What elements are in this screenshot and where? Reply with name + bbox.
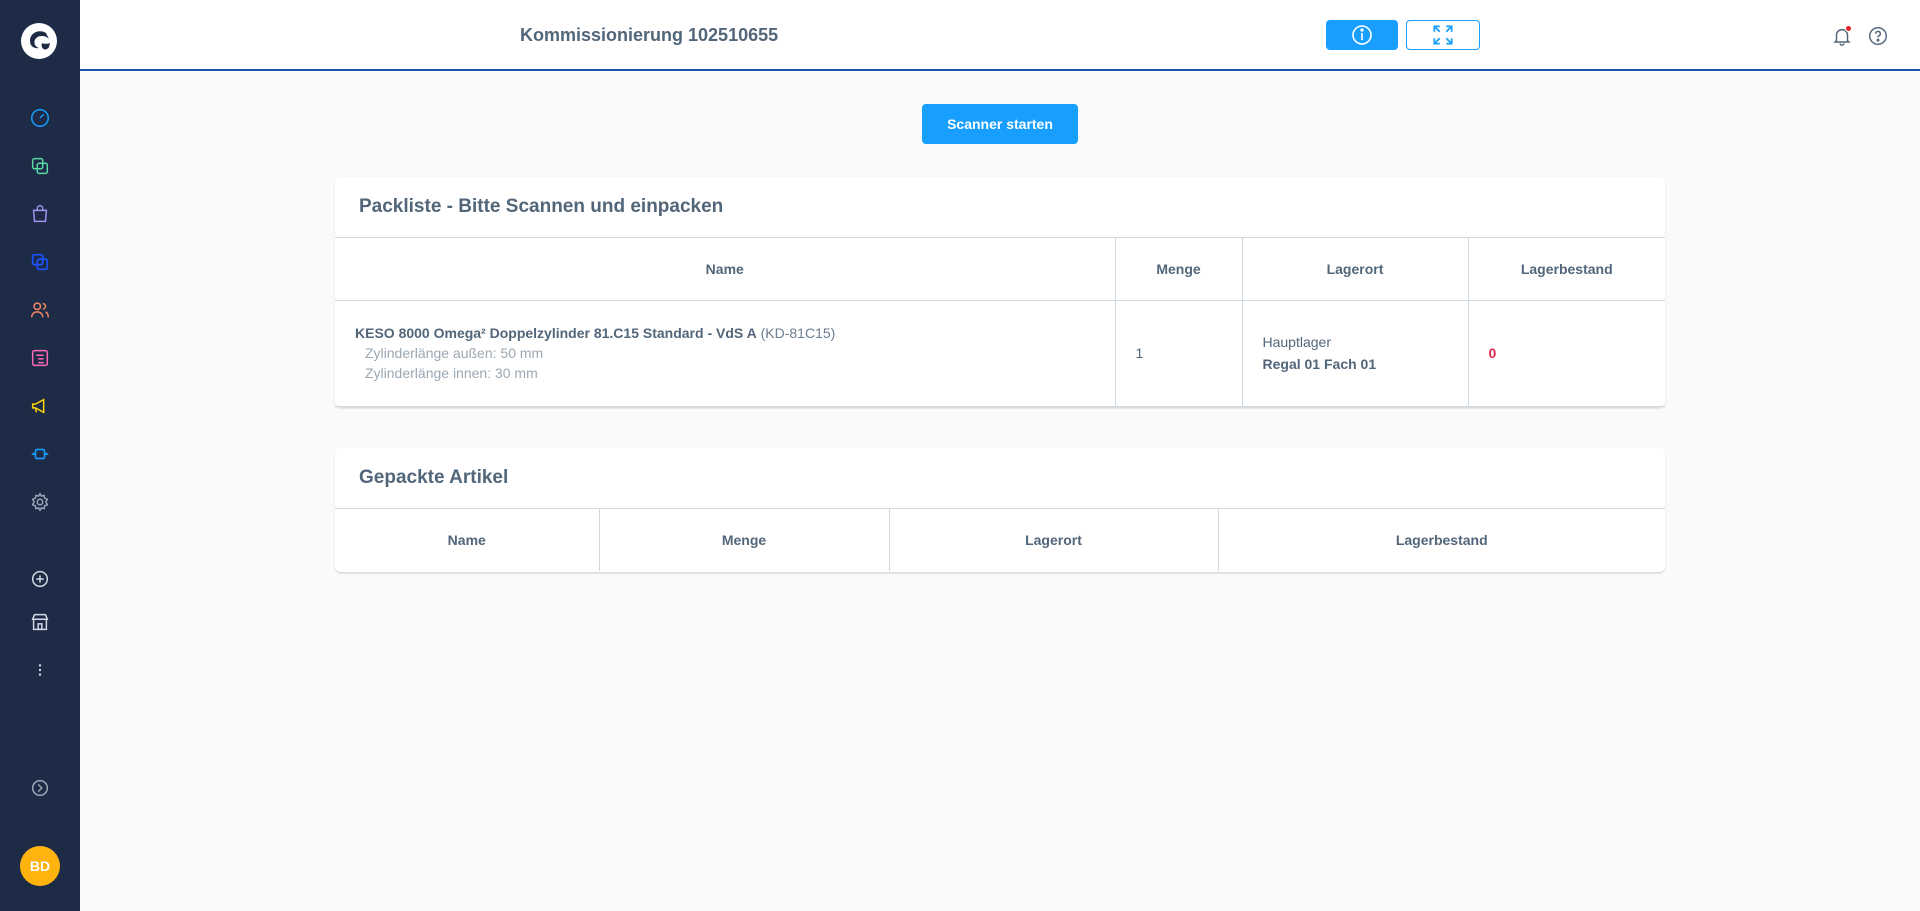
settings-icon[interactable] bbox=[28, 490, 52, 514]
column-header-stock[interactable]: Lagerbestand bbox=[1218, 509, 1665, 571]
stock-value: 0 bbox=[1488, 345, 1497, 361]
product-option: Zylinderlänge außen: 50 mm bbox=[365, 345, 544, 361]
more-icon[interactable] bbox=[28, 658, 52, 682]
orders-icon[interactable] bbox=[28, 202, 52, 226]
catalogue-icon[interactable] bbox=[28, 154, 52, 178]
packed-items-title: Gepackte Artikel bbox=[335, 448, 1665, 509]
column-header-quantity[interactable]: Menge bbox=[1115, 238, 1243, 301]
product-sku: (KD-81C15) bbox=[760, 325, 836, 341]
help-icon bbox=[1869, 27, 1887, 45]
info-icon bbox=[1352, 25, 1372, 45]
dashboard-icon[interactable] bbox=[28, 106, 52, 130]
extensions-icon[interactable] bbox=[28, 442, 52, 466]
scanner-start-button[interactable]: Scanner starten bbox=[922, 104, 1078, 144]
product-name: KESO 8000 Omega² Doppelzylinder 81.C15 S… bbox=[355, 325, 757, 341]
product-name-line: KESO 8000 Omega² Doppelzylinder 81.C15 S… bbox=[355, 325, 1115, 341]
table-header-row: Name Menge Lagerort Lagerbestand bbox=[335, 238, 1665, 301]
bin-location: Regal 01 Fach 01 bbox=[1262, 356, 1377, 372]
add-icon[interactable] bbox=[28, 567, 52, 591]
pickware-icon[interactable] bbox=[28, 250, 52, 274]
content-icon[interactable] bbox=[28, 346, 52, 370]
info-button[interactable] bbox=[1326, 20, 1398, 50]
product-option: Zylinderlänge innen: 30 mm bbox=[365, 365, 538, 381]
marketing-icon[interactable] bbox=[28, 394, 52, 418]
help-button[interactable] bbox=[1866, 24, 1890, 48]
avatar[interactable]: BD bbox=[20, 846, 60, 886]
column-header-name[interactable]: Name bbox=[335, 238, 1116, 301]
storefront-icon[interactable] bbox=[28, 610, 52, 634]
packlist-card: Packliste - Bitte Scannen und einpacken … bbox=[335, 177, 1665, 407]
notifications-button[interactable] bbox=[1830, 24, 1854, 48]
customers-icon[interactable] bbox=[28, 298, 52, 322]
location-cell: Hauptlager Regal 01 Fach 01 bbox=[1242, 300, 1469, 407]
column-header-location[interactable]: Lagerort bbox=[889, 509, 1219, 571]
packed-items-table: Name Menge Lagerort Lagerbestand bbox=[335, 509, 1665, 571]
table-header-row: Name Menge Lagerort Lagerbestand bbox=[335, 509, 1665, 571]
column-header-stock[interactable]: Lagerbestand bbox=[1468, 238, 1665, 301]
column-header-location[interactable]: Lagerort bbox=[1242, 238, 1469, 301]
page-title: Kommissionierung 102510655 bbox=[520, 25, 779, 45]
column-header-quantity[interactable]: Menge bbox=[599, 509, 890, 571]
table-row[interactable]: KESO 8000 Omega² Doppelzylinder 81.C15 S… bbox=[335, 300, 1665, 407]
fullscreen-button[interactable] bbox=[1406, 20, 1480, 50]
shopware-logo-icon[interactable] bbox=[20, 22, 58, 60]
column-header-name[interactable]: Name bbox=[335, 509, 600, 571]
sidebar: BD bbox=[0, 0, 80, 911]
expand-icon bbox=[1433, 25, 1453, 45]
stock-cell: 0 bbox=[1468, 300, 1665, 407]
packed-items-card: Gepackte Artikel Name Menge Lagerort Lag… bbox=[335, 448, 1665, 572]
product-cell: KESO 8000 Omega² Doppelzylinder 81.C15 S… bbox=[335, 300, 1116, 407]
collapse-sidebar-icon[interactable] bbox=[28, 776, 52, 800]
packlist-title: Packliste - Bitte Scannen und einpacken bbox=[335, 177, 1665, 238]
quantity-cell: 1 bbox=[1115, 300, 1243, 407]
packlist-table: Name Menge Lagerort Lagerbestand KESO 80… bbox=[335, 238, 1665, 407]
notification-badge bbox=[1845, 25, 1852, 32]
topbar: Kommissionierung 102510655 bbox=[80, 0, 1920, 71]
warehouse-name: Hauptlager bbox=[1262, 334, 1332, 350]
